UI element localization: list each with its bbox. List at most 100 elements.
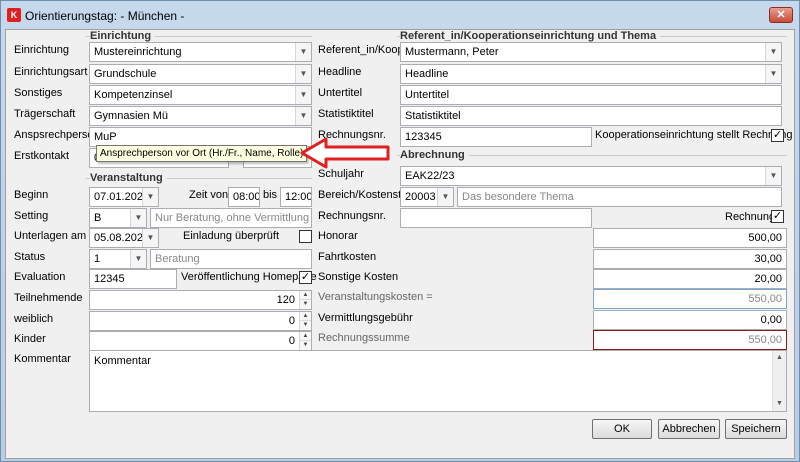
chevron-down-icon[interactable]: ▼ (765, 167, 781, 185)
status-label: Status (14, 251, 46, 263)
beginn-date-picker[interactable]: 07.01.2022 ▼ (89, 187, 159, 207)
dialog-window: K Orientierungstag: - München - ✕ Einric… (0, 0, 800, 462)
sonstige-label: Sonstige Kosten (318, 271, 399, 283)
homepage-label: Veröffentlichung Homepage (181, 271, 317, 283)
vermittlung-input[interactable]: 0,00 (593, 310, 787, 330)
rechnungssumme-output: 550,00 (593, 330, 787, 350)
scroll-down-icon[interactable]: ▼ (773, 397, 786, 411)
einrichtung-value: Mustereinrichtung (94, 46, 182, 58)
setting-description: Nur Beratung, ohne Vermittlung (150, 208, 312, 228)
ansprechperson-input[interactable]: MuP (89, 127, 312, 147)
abrechnung-rechnungsnr-input[interactable] (400, 208, 592, 228)
kinder-stepper[interactable]: 0 ▲ ▼ (89, 331, 312, 351)
chevron-down-icon[interactable]: ▼ (765, 65, 781, 83)
einrichtung-group-title: Einrichtung (90, 30, 156, 42)
dialog-client-area: Einrichtung Einrichtung Mustereinrichtun… (5, 29, 795, 459)
referent-group-title: Referent_in/Kooperationseinrichtung und … (400, 30, 661, 42)
chevron-down-icon[interactable]: ▼ (295, 107, 311, 125)
zeit-von-label: Zeit von (189, 189, 229, 201)
evaluation-input[interactable]: 12345 (89, 269, 177, 289)
bis-input[interactable]: 12:00 (280, 187, 312, 207)
homepage-checkbox[interactable]: ✓ (299, 271, 312, 284)
ok-button[interactable]: OK (592, 419, 652, 439)
weiblich-label: weiblich (14, 313, 54, 325)
einladung-checkbox[interactable] (299, 230, 312, 243)
erstkontakt-label: Erstkontakt (14, 150, 70, 162)
spin-arrows-icon[interactable]: ▲ ▼ (299, 312, 311, 330)
fahrtkosten-label: Fahrtkosten (318, 251, 377, 263)
headline-select[interactable]: Headline ▼ (400, 64, 782, 84)
scroll-track[interactable] (773, 365, 786, 397)
calendar-dropdown-icon[interactable]: ▼ (142, 188, 158, 206)
setting-label: Setting (14, 210, 49, 222)
traegerschaft-label: Trägerschaft (14, 108, 76, 120)
chevron-down-icon[interactable]: ▼ (295, 43, 311, 61)
traegerschaft-select[interactable]: Gymnasien Mü ▼ (89, 106, 312, 126)
sonstiges-value: Kompetenzinsel (94, 89, 173, 101)
chevron-down-icon[interactable]: ▼ (295, 65, 311, 83)
status-value: 1 (94, 253, 101, 265)
bereich-select[interactable]: 20003 ▼ (400, 187, 454, 207)
chevron-down-icon[interactable]: ▼ (765, 43, 781, 61)
referent-rechnungsnr-label: Rechnungsnr. (318, 129, 386, 141)
window-title: Orientierungstag: - München - (25, 9, 185, 23)
vermittlung-label: Vermittlungsgebühr (318, 312, 413, 324)
zeit-von-input[interactable]: 08:00 (228, 187, 260, 207)
einrichtungsart-select[interactable]: Grundschule ▼ (89, 64, 312, 84)
speichern-button[interactable]: Speichern (725, 419, 787, 439)
chevron-down-icon[interactable]: ▼ (130, 250, 146, 268)
app-logo-icon: K (7, 8, 21, 22)
schuljahr-value: EAK22/23 (405, 170, 455, 182)
kinder-value: 0 (288, 335, 295, 347)
bis-label: bis (263, 189, 278, 201)
kinder-label: Kinder (14, 333, 46, 345)
schuljahr-select[interactable]: EAK22/23 ▼ (400, 166, 782, 186)
unterlagen-date-picker[interactable]: 05.08.2020 ▼ (89, 228, 159, 248)
kommentar-label: Kommentar (14, 353, 71, 365)
koop-rechnung-label: Kooperationseinrichtung stellt Rechnung (595, 129, 793, 141)
koop-select[interactable]: Mustermann, Peter ▼ (400, 42, 782, 62)
unterlagen-value: 05.08.2020 (94, 232, 150, 244)
kommentar-value: Kommentar (94, 355, 151, 367)
einrichtung-label: Einrichtung (14, 44, 70, 56)
spin-arrows-icon[interactable]: ▲ ▼ (299, 291, 311, 309)
rechnungssumme-label: Rechnungssumme (318, 332, 410, 344)
teilnehmende-stepper[interactable]: 120 ▲ ▼ (89, 290, 312, 310)
rechnung-checkbox[interactable]: ✓ (771, 210, 784, 223)
bereich-value: 20003 (405, 191, 436, 203)
bereich-description: Das besondere Thema (457, 187, 782, 207)
schuljahr-label: Schuljahr (318, 168, 364, 180)
koop-value: Mustermann, Peter (405, 46, 499, 58)
einrichtung-select[interactable]: Mustereinrichtung ▼ (89, 42, 312, 62)
ansprechperson-label: Anspsrechperson (14, 129, 100, 141)
abrechnung-group-title: Abrechnung (400, 149, 469, 161)
title-bar: K Orientierungstag: - München - ✕ (1, 1, 799, 29)
statistiktitel-input[interactable]: Statistiktitel (400, 106, 782, 126)
honorar-input[interactable]: 500,00 (593, 228, 787, 248)
teilnehmende-value: 120 (276, 294, 295, 306)
statistiktitel-label: Statistiktitel (318, 108, 374, 120)
beginn-value: 07.01.2022 (94, 191, 150, 203)
referent-rechnungsnr-input[interactable]: 123345 (400, 127, 592, 147)
scroll-up-icon[interactable]: ▲ (773, 351, 786, 365)
chevron-down-icon[interactable]: ▼ (130, 209, 146, 227)
status-select[interactable]: 1 ▼ (89, 249, 147, 269)
spin-arrows-icon[interactable]: ▲ ▼ (299, 332, 311, 350)
traegerschaft-value: Gymnasien Mü (94, 110, 168, 122)
kommentar-scrollbar[interactable]: ▲ ▼ (772, 351, 786, 411)
weiblich-stepper[interactable]: 0 ▲ ▼ (89, 311, 312, 331)
fahrtkosten-input[interactable]: 30,00 (593, 249, 787, 269)
untertitel-input[interactable]: Untertitel (400, 85, 782, 105)
setting-select[interactable]: B ▼ (89, 208, 147, 228)
close-button[interactable]: ✕ (769, 7, 793, 23)
sonstiges-select[interactable]: Kompetenzinsel ▼ (89, 85, 312, 105)
headline-value: Headline (405, 68, 449, 80)
sonstige-input[interactable]: 20,00 (593, 269, 787, 289)
einrichtungsart-value: Grundschule (94, 68, 157, 80)
koop-rechnung-checkbox[interactable]: ✓ (771, 129, 784, 142)
chevron-down-icon[interactable]: ▼ (295, 86, 311, 104)
chevron-down-icon[interactable]: ▼ (437, 188, 453, 206)
kommentar-textarea[interactable]: Kommentar ▲ ▼ (89, 350, 787, 412)
abbrechen-button[interactable]: Abbrechen (658, 419, 720, 439)
calendar-dropdown-icon[interactable]: ▼ (142, 229, 158, 247)
